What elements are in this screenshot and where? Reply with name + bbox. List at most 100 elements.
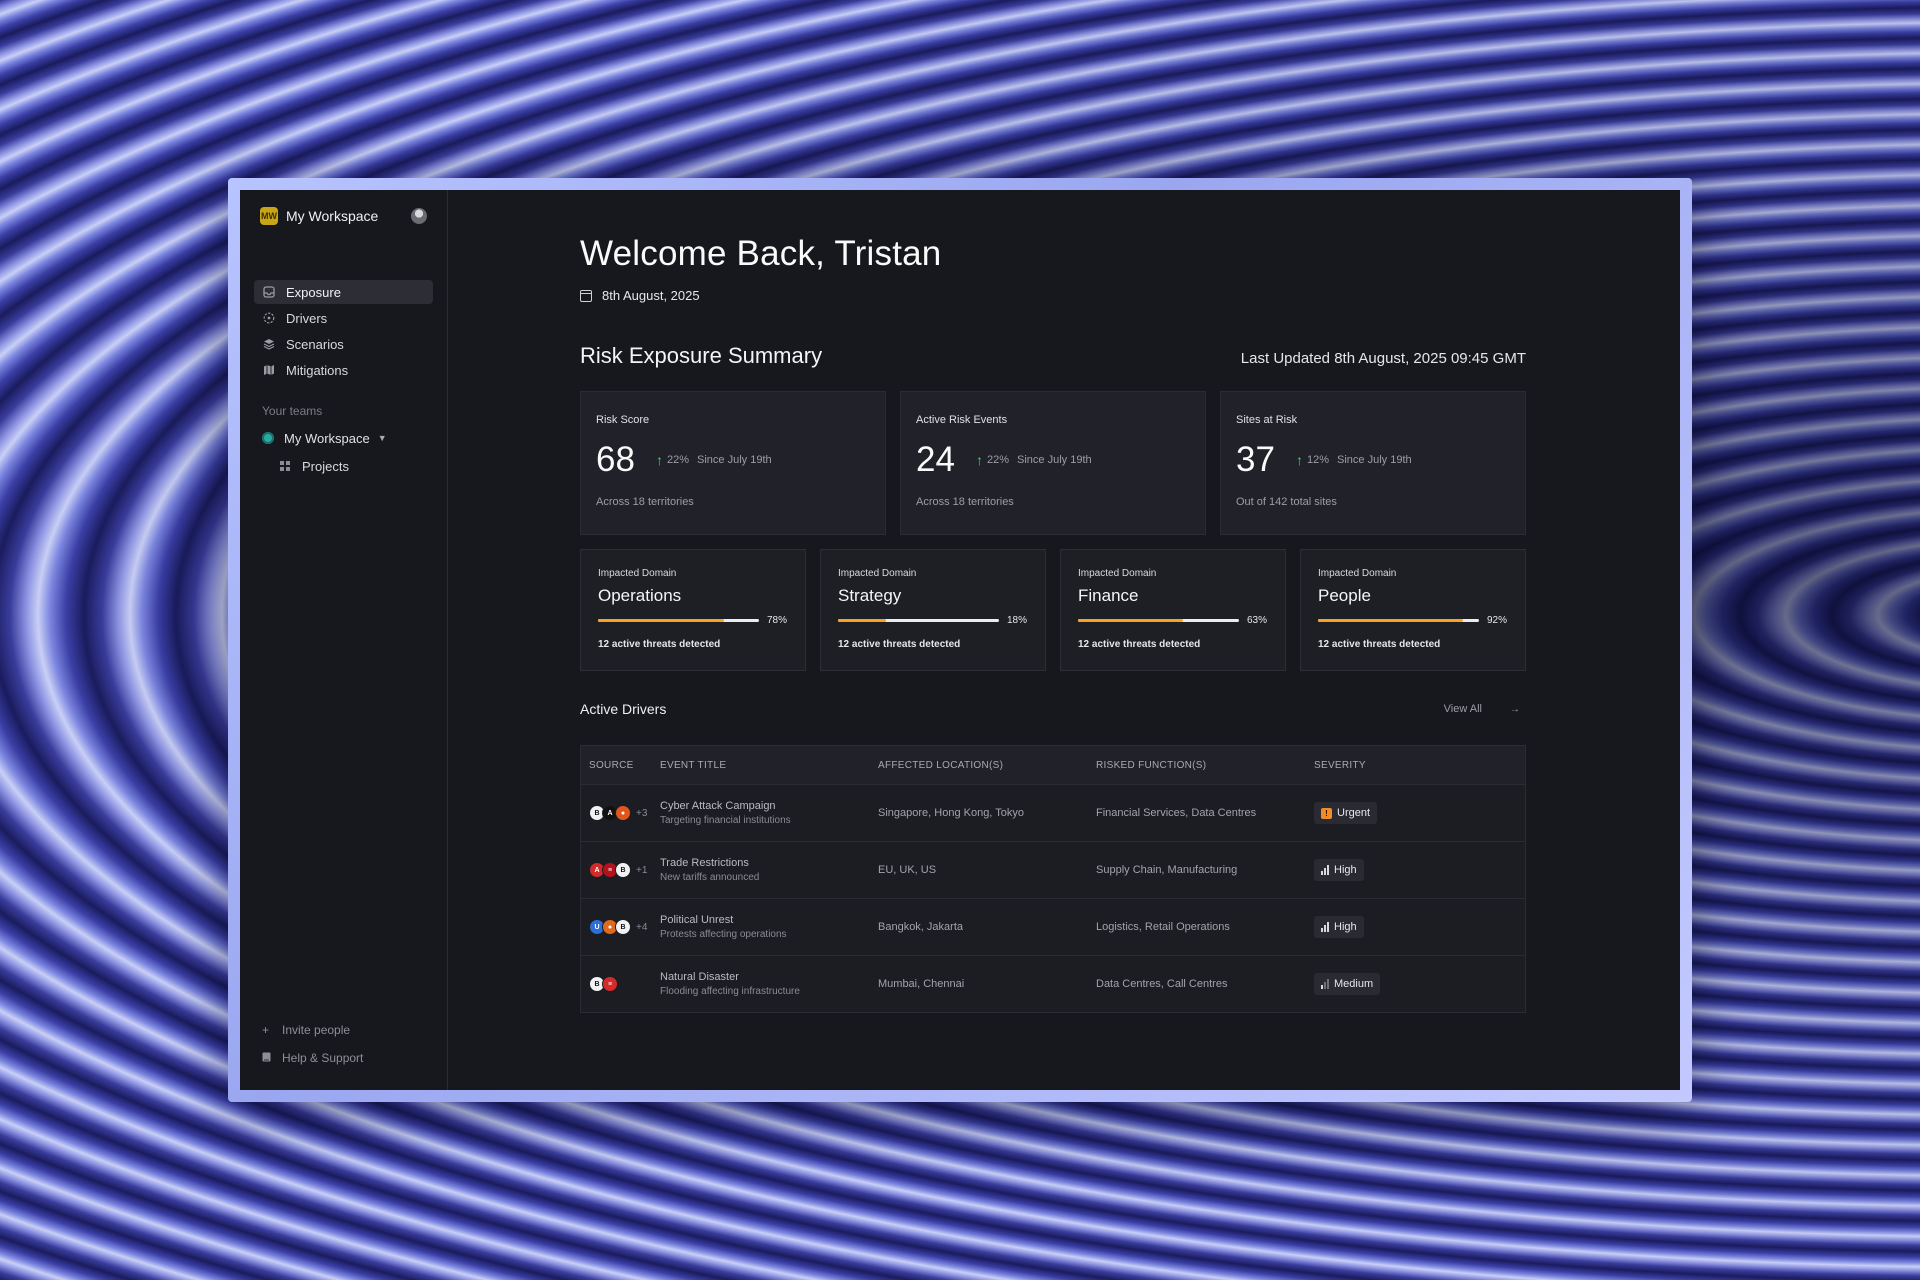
sidebar-item-drivers[interactable]: Drivers xyxy=(254,306,433,330)
more-sources: +3 xyxy=(636,807,648,819)
severity-cell: Medium xyxy=(1314,973,1525,995)
sidebar-item-scenarios[interactable]: Scenarios xyxy=(254,332,433,356)
event-title: Political Unrest xyxy=(660,914,734,926)
stat-card-active-risk-events[interactable]: Active Risk Events 24 ↑ 22% Since July 1… xyxy=(900,391,1206,535)
signal-bars-icon xyxy=(1321,922,1329,932)
location-cell: Singapore, Hong Kong, Tokyo xyxy=(878,807,1024,819)
column-header[interactable]: RISKED FUNCTION(S) xyxy=(1096,760,1314,771)
domain-progress-bar xyxy=(598,619,759,622)
table-row[interactable]: B A ● +3 Cyber Attack Campaign Targeting… xyxy=(581,785,1525,842)
arrow-right-icon: → xyxy=(1510,703,1520,715)
severity-badge: High xyxy=(1314,916,1364,938)
sidebar: MW My Workspace Exposure Drivers Scenari… xyxy=(240,190,448,1090)
severity-cell: ! Urgent xyxy=(1314,802,1525,824)
stat-label: Risk Score xyxy=(596,414,650,426)
column-header[interactable]: EVENT TITLE xyxy=(660,760,878,771)
stat-value: 24 xyxy=(916,440,955,479)
more-sources: +1 xyxy=(636,864,648,876)
event-cell: Natural Disaster Flooding affecting infr… xyxy=(660,971,878,997)
column-header[interactable]: SOURCE xyxy=(581,760,660,771)
book-icon xyxy=(262,1051,272,1065)
severity-cell: High xyxy=(1314,916,1525,938)
workspace-header[interactable]: MW My Workspace xyxy=(254,190,433,242)
drivers-title: Active Drivers xyxy=(580,701,667,717)
user-avatar[interactable] xyxy=(411,208,427,224)
event-title: Cyber Attack Campaign xyxy=(660,800,776,812)
sidebar-item-exposure[interactable]: Exposure xyxy=(254,280,433,304)
event-cell: Political Unrest Protests affecting oper… xyxy=(660,914,878,940)
help-support-button[interactable]: Help & Support xyxy=(262,1044,363,1072)
invite-people-button[interactable]: + Invite people xyxy=(262,1016,363,1044)
function-cell: Supply Chain, Manufacturing xyxy=(1096,864,1238,876)
arrow-up-icon: ↑ xyxy=(1296,452,1303,468)
domain-name: People xyxy=(1318,586,1371,605)
source-cell: A ≡ B +1 xyxy=(581,862,660,878)
stat-label: Sites at Risk xyxy=(1236,414,1298,426)
target-icon xyxy=(262,311,276,325)
current-date: 8th August, 2025 xyxy=(602,288,700,303)
stat-subtext: Across 18 territories xyxy=(596,496,694,508)
source-logos: B A ● xyxy=(589,805,631,821)
calendar-icon xyxy=(580,289,592,302)
domain-card-people[interactable]: Impacted Domain People 92% 12 active thr… xyxy=(1300,549,1526,671)
event-subtitle: Flooding affecting infrastructure xyxy=(660,986,800,997)
bbc-logo-icon: B xyxy=(615,919,631,935)
event-subtitle: New tariffs announced xyxy=(660,872,760,883)
table-row[interactable]: U ● B +4 Political Unrest Protests affec… xyxy=(581,899,1525,956)
stat-card-sites-at-risk[interactable]: Sites at Risk 37 ↑ 12% Since July 19th O… xyxy=(1220,391,1526,535)
domain-threats: 12 active threats detected xyxy=(1318,639,1441,650)
function-cell: Data Centres, Call Centres xyxy=(1096,978,1228,990)
column-header[interactable]: SEVERITY xyxy=(1314,760,1525,771)
source-logos: U ● B xyxy=(589,919,631,935)
view-all-link[interactable]: View All → xyxy=(1444,703,1520,715)
severity-cell: High xyxy=(1314,859,1525,881)
stat-subtext: Across 18 territories xyxy=(916,496,1014,508)
stat-subtext: Out of 142 total sites xyxy=(1236,496,1337,508)
domain-threats: 12 active threats detected xyxy=(598,639,721,650)
invite-label: Invite people xyxy=(282,1023,351,1037)
table-row[interactable]: A ≡ B +1 Trade Restrictions New tariffs … xyxy=(581,842,1525,899)
location-cell: EU, UK, US xyxy=(878,864,937,876)
team-item-my-workspace[interactable]: My Workspace ▼ xyxy=(254,426,433,450)
source-logos: B ≡ xyxy=(589,976,618,992)
source-logos: A ≡ B xyxy=(589,862,631,878)
drivers-table: SOURCE EVENT TITLE AFFECTED LOCATION(S) … xyxy=(580,745,1526,1013)
event-subtitle: Targeting financial institutions xyxy=(660,815,791,826)
arrow-up-icon: ↑ xyxy=(976,452,983,468)
signal-bars-icon xyxy=(1321,979,1329,989)
domain-progress-fill xyxy=(838,619,887,622)
domain-card-strategy[interactable]: Impacted Domain Strategy 18% 12 active t… xyxy=(820,549,1046,671)
workspace-badge: MW xyxy=(260,207,278,225)
sidebar-item-label: Drivers xyxy=(286,310,328,326)
sidebar-item-label: Exposure xyxy=(286,284,341,300)
globe-icon xyxy=(262,432,274,444)
source-cell: B A ● +3 xyxy=(581,805,660,821)
workspace-name: My Workspace xyxy=(286,208,379,224)
grid-icon xyxy=(280,461,290,471)
domain-label: Impacted Domain xyxy=(838,568,917,579)
domain-card-operations[interactable]: Impacted Domain Operations 78% 12 active… xyxy=(580,549,806,671)
function-cell: Logistics, Retail Operations xyxy=(1096,921,1230,933)
sidebar-item-mitigations[interactable]: Mitigations xyxy=(254,358,433,382)
drivers-header: Active Drivers View All → xyxy=(580,701,1526,717)
stat-value: 68 xyxy=(596,440,635,479)
domain-cards: Impacted Domain Operations 78% 12 active… xyxy=(580,549,1526,671)
domain-card-finance[interactable]: Impacted Domain Finance 63% 12 active th… xyxy=(1060,549,1286,671)
table-row[interactable]: B ≡ Natural Disaster Flooding affecting … xyxy=(581,956,1525,1012)
sidebar-item-projects[interactable]: Projects xyxy=(254,454,433,478)
event-subtitle: Protests affecting operations xyxy=(660,929,787,940)
stat-change: 22% xyxy=(667,454,690,466)
column-header[interactable]: AFFECTED LOCATION(S) xyxy=(878,760,1096,771)
sidebar-footer: + Invite people Help & Support xyxy=(262,1016,363,1072)
caret-down-icon[interactable]: ▼ xyxy=(378,433,387,443)
domain-name: Strategy xyxy=(838,586,902,605)
sidebar-item-label: Projects xyxy=(302,458,349,474)
domain-name: Operations xyxy=(598,586,682,605)
arrow-up-icon: ↑ xyxy=(656,452,663,468)
stat-card-risk-score[interactable]: Risk Score 68 ↑ 22% Since July 19th Acro… xyxy=(580,391,886,535)
help-label: Help & Support xyxy=(282,1051,364,1065)
stat-change: 22% xyxy=(987,454,1010,466)
domain-percent: 18% xyxy=(1007,615,1028,626)
table-header: SOURCE EVENT TITLE AFFECTED LOCATION(S) … xyxy=(581,746,1525,785)
source-logo-icon: ≡ xyxy=(602,976,618,992)
